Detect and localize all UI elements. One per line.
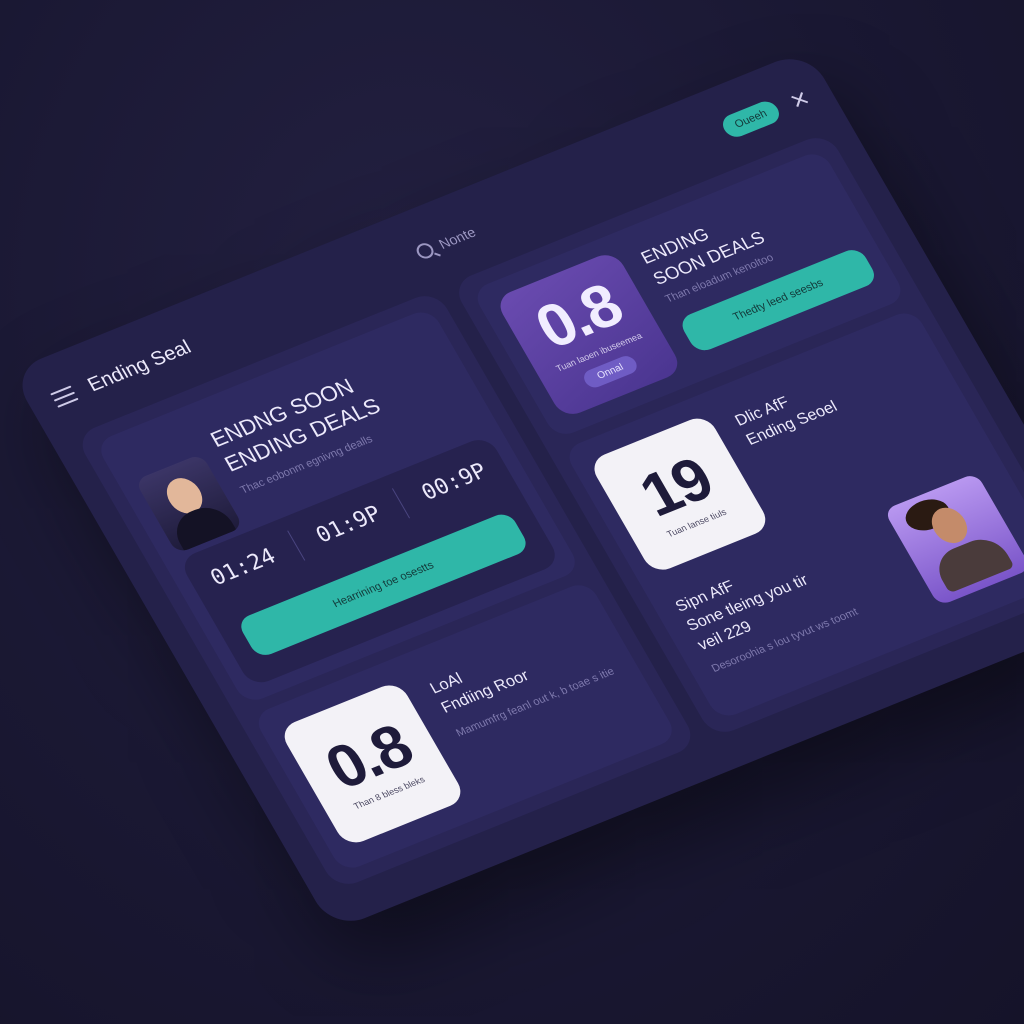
countdown-tile: 0.8 Than 8 bless bleks: [277, 680, 468, 848]
search-field[interactable]: Nonte: [413, 223, 479, 261]
timer-1: 01:24: [206, 543, 281, 591]
close-icon[interactable]: [788, 90, 811, 110]
app-title: Ending Seal: [83, 336, 195, 396]
hamburger-menu-icon[interactable]: [50, 385, 79, 408]
deals-dashboard: Ending Seal Nonte Oueeh ENDNG SOON ENDIN…: [9, 49, 1024, 931]
header-pill-button[interactable]: Oueeh: [718, 98, 784, 141]
timer-3: 00:9P: [417, 458, 492, 506]
search-label: Nonte: [435, 223, 479, 252]
search-icon: [413, 240, 437, 261]
countdown-tile: 19 Tuan lanse tiuls: [587, 413, 773, 575]
canvas: Ending Seal Nonte Oueeh ENDNG SOON ENDIN…: [0, 0, 1024, 1024]
timer-divider: [392, 488, 411, 519]
timer-divider: [286, 530, 305, 561]
avatar: [883, 472, 1024, 607]
timer-2: 01:9P: [311, 501, 386, 548]
